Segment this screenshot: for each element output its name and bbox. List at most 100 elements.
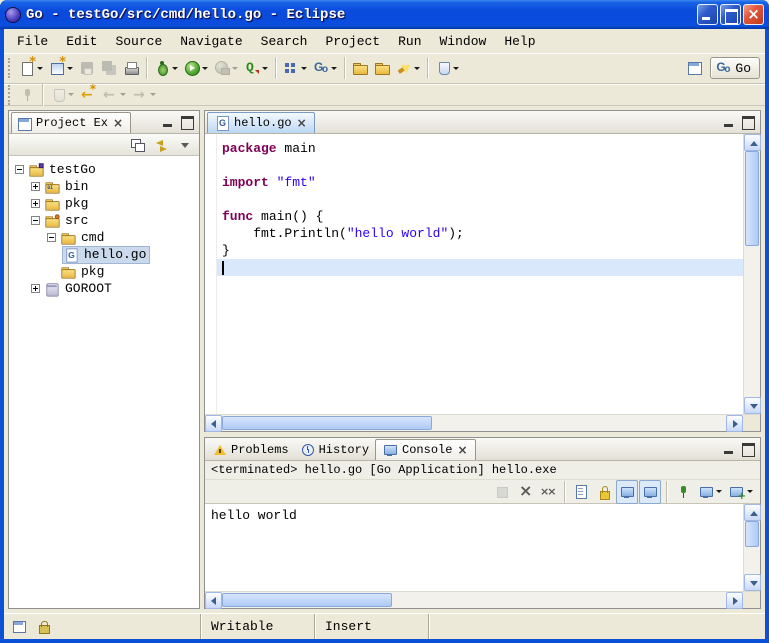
scroll-thumb[interactable] [222,593,392,607]
editor-vertical-scrollbar[interactable] [743,134,760,414]
menu-help[interactable]: Help [495,32,544,51]
view-maximize-button[interactable] [178,114,196,130]
menu-navigate[interactable]: Navigate [171,32,251,51]
tree-item-goroot[interactable]: GOROOT [11,280,199,297]
tab-hello-go[interactable]: hello.go × [207,112,315,133]
collapse-expander-icon[interactable] [15,165,24,174]
external-tools-button[interactable] [211,56,241,80]
fast-view-icon[interactable] [12,619,28,635]
title-bar[interactable]: Go - testGo/src/cmd/hello.go - Eclipse × [0,0,769,29]
pin-console-button[interactable] [672,480,694,504]
tree-item-pkg[interactable]: pkg [11,195,199,212]
expand-expander-icon[interactable] [31,284,40,293]
window-minimize-button[interactable] [697,4,718,25]
view-minimize-button[interactable] [159,114,177,130]
forward-button[interactable] [129,86,159,104]
console-minimize-button[interactable] [720,441,738,457]
editor-horizontal-scrollbar[interactable] [205,415,743,431]
toolbar-grip[interactable] [8,58,13,78]
menu-file[interactable]: File [8,32,57,51]
annotation-button[interactable] [432,56,462,80]
open-project-button[interactable] [371,56,393,80]
show-stdout-button[interactable] [616,480,638,504]
scroll-lock-button[interactable] [593,480,615,504]
search-button[interactable] [393,56,423,80]
code-editor[interactable]: package main import "fmt" func main() { … [217,134,743,414]
scroll-thumb[interactable] [222,416,432,430]
clear-console-button[interactable] [570,480,592,504]
editor-minimize-button[interactable] [720,114,738,130]
window-maximize-button[interactable] [720,4,741,25]
tree-item-src[interactable]: src [11,212,199,229]
remove-launch-button[interactable] [514,480,536,504]
go-perspective-button[interactable]: Go [710,57,760,79]
scroll-right-icon[interactable] [726,415,743,432]
view-menu-button[interactable] [175,136,197,154]
tab-console[interactable]: Console × [375,439,475,460]
collapse-all-button[interactable] [127,136,149,154]
print-button[interactable] [120,56,142,80]
open-console-button[interactable] [726,480,756,504]
close-icon[interactable]: × [456,444,468,456]
console-horizontal-scrollbar[interactable] [205,592,743,608]
expand-expander-icon[interactable] [31,182,40,191]
link-with-editor-button[interactable] [151,136,173,154]
last-edit-location-button[interactable] [77,86,99,104]
new-view-button[interactable] [46,56,76,80]
pin-editor-button[interactable] [16,86,38,104]
console-maximize-button[interactable] [739,441,757,457]
tree-item-cmd[interactable]: cmd [11,229,199,246]
scroll-left-icon[interactable] [205,592,222,609]
menu-run[interactable]: Run [389,32,430,51]
scroll-down-icon[interactable] [744,574,761,591]
new-go-package-button[interactable] [280,56,310,80]
close-icon[interactable]: × [112,117,124,129]
expand-expander-icon[interactable] [31,199,40,208]
window-title: Go - testGo/src/cmd/hello.go - Eclipse [26,7,692,23]
remove-all-launches-button[interactable] [537,480,559,504]
scroll-thumb[interactable] [745,521,759,547]
toolbar-grip[interactable] [8,85,13,105]
tree-item-hello-go[interactable]: hello.go [11,246,199,263]
next-annotation-button[interactable] [47,86,77,104]
close-icon[interactable]: × [296,117,308,129]
annotation-ruler[interactable] [205,134,217,414]
scroll-thumb[interactable] [745,151,759,246]
menu-window[interactable]: Window [431,32,496,51]
new-go-file-button[interactable] [310,56,340,80]
tab-history[interactable]: History [295,439,375,460]
new-wizard-button[interactable] [16,56,46,80]
debug-button[interactable] [151,56,181,80]
save-button[interactable] [76,56,98,80]
terminate-button[interactable] [491,480,513,504]
window-close-button[interactable]: × [743,4,764,25]
display-console-button[interactable] [695,480,725,504]
run-button[interactable] [181,56,211,80]
tab-problems[interactable]: Problems [207,439,295,460]
save-all-button[interactable] [98,56,120,80]
open-resource-button[interactable] [349,56,371,80]
menu-search[interactable]: Search [252,32,317,51]
tree-item-src-pkg[interactable]: pkg [11,263,199,280]
menu-source[interactable]: Source [106,32,171,51]
back-button[interactable] [99,86,129,104]
scroll-right-icon[interactable] [726,592,743,609]
scroll-up-icon[interactable] [744,504,761,521]
collapse-expander-icon[interactable] [31,216,40,225]
console-output[interactable]: hello world [205,504,743,591]
profile-button[interactable] [241,56,271,80]
scroll-left-icon[interactable] [205,415,222,432]
menu-edit[interactable]: Edit [57,32,106,51]
lock-icon[interactable] [36,619,52,635]
menu-project[interactable]: Project [316,32,389,51]
tab-project-explorer[interactable]: Project Ex × [11,112,131,133]
scroll-down-icon[interactable] [744,397,761,414]
console-vertical-scrollbar[interactable] [743,504,760,591]
editor-maximize-button[interactable] [739,114,757,130]
open-perspective-button[interactable] [684,56,706,80]
collapse-expander-icon[interactable] [47,233,56,242]
show-stderr-button[interactable] [639,480,661,504]
scroll-up-icon[interactable] [744,134,761,151]
tree-item-bin[interactable]: 01 bin [11,178,199,195]
tree-item-testgo[interactable]: testGo [11,161,199,178]
